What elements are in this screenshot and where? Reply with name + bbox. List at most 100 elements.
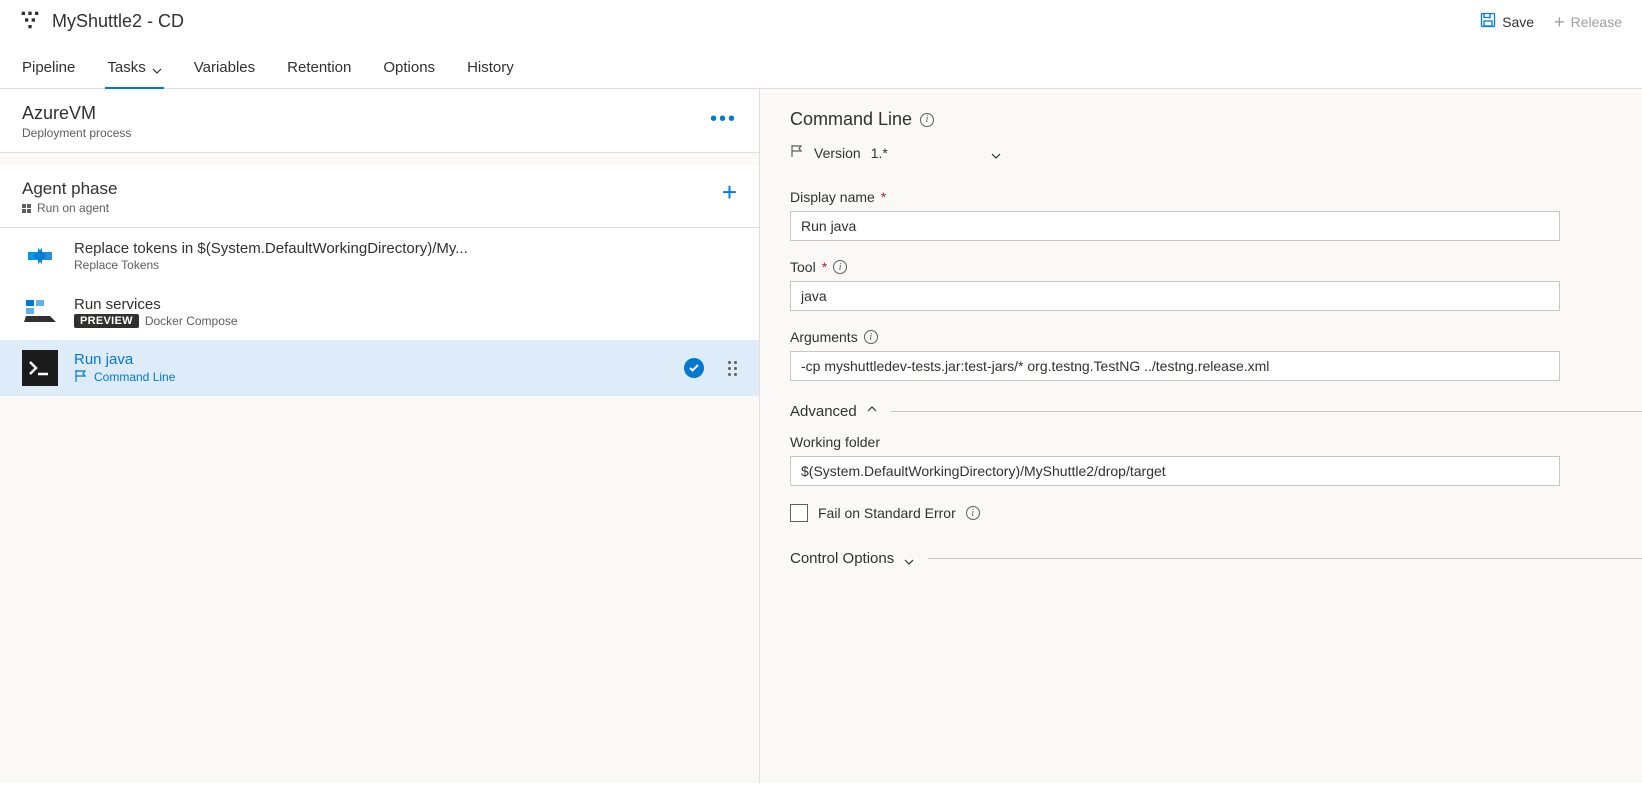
tab-label: Tasks (107, 59, 145, 76)
page-title: MyShuttle2 - CD (52, 11, 184, 32)
pipeline-logo-icon (20, 10, 40, 33)
tab-history[interactable]: History (465, 49, 516, 88)
content: AzureVM Deployment process ••• Agent pha… (0, 89, 1642, 783)
phase-header[interactable]: Agent phase Run on agent + (0, 165, 759, 228)
info-icon[interactable]: i (864, 330, 878, 344)
save-button[interactable]: Save (1480, 12, 1534, 31)
tool-group: Tool * i (790, 259, 1642, 311)
release-label: Release (1571, 14, 1622, 30)
tool-label: Tool * i (790, 259, 1642, 275)
task-sub-label: Docker Compose (145, 314, 238, 328)
label-text: Display name (790, 189, 875, 205)
task-sub: Replace Tokens (74, 258, 737, 272)
phase-title: Agent phase (22, 179, 117, 199)
process-texts: AzureVM Deployment process (22, 103, 131, 140)
tab-label: History (467, 59, 514, 76)
label-text: Arguments (790, 329, 858, 345)
working-folder-label: Working folder (790, 434, 1642, 450)
arguments-input[interactable] (790, 351, 1560, 381)
version-selector[interactable]: Version 1.* (790, 144, 1642, 161)
fail-stderr-checkbox[interactable] (790, 504, 808, 522)
tab-label: Pipeline (22, 59, 75, 76)
task-run-java[interactable]: Run java Command Line (0, 340, 759, 396)
task-title: Run java (74, 351, 668, 368)
tab-tasks[interactable]: Tasks (105, 49, 163, 88)
info-icon[interactable]: i (966, 506, 980, 520)
task-texts: Replace tokens in $(System.DefaultWorkin… (74, 240, 737, 272)
chevron-down-icon (152, 63, 162, 73)
display-name-label: Display name * (790, 189, 1642, 205)
process-title: AzureVM (22, 103, 131, 124)
save-icon (1480, 12, 1496, 31)
arguments-label: Arguments i (790, 329, 1642, 345)
chevron-up-icon (867, 407, 877, 417)
flag-icon (790, 144, 804, 161)
process-header[interactable]: AzureVM Deployment process ••• (0, 89, 759, 153)
task-sub: Command Line (74, 369, 668, 386)
docker-compose-icon (22, 294, 58, 330)
right-pane: Command Line i Version 1.* Display name … (760, 89, 1642, 783)
version-value: 1.* (871, 145, 1001, 161)
panel-title-text: Command Line (790, 109, 912, 130)
display-name-input[interactable] (790, 211, 1560, 241)
selected-check-icon (684, 358, 704, 378)
process-sub: Deployment process (22, 126, 131, 140)
tab-label: Retention (287, 59, 351, 76)
advanced-section-header[interactable]: Advanced (790, 403, 1642, 420)
working-folder-input[interactable] (790, 456, 1560, 486)
label-text: Tool (790, 259, 816, 275)
tab-label: Options (383, 59, 435, 76)
tab-retention[interactable]: Retention (285, 49, 353, 88)
info-icon[interactable]: i (833, 260, 847, 274)
header-left: MyShuttle2 - CD (20, 10, 184, 33)
required-indicator: * (822, 259, 827, 275)
tab-pipeline[interactable]: Pipeline (20, 49, 77, 88)
drag-handle-icon[interactable] (728, 361, 737, 376)
task-title: Replace tokens in $(System.DefaultWorkin… (74, 240, 737, 257)
header-actions: Save + Release (1480, 12, 1622, 31)
task-run-services[interactable]: Run services PREVIEW Docker Compose (0, 284, 759, 340)
info-icon[interactable]: i (920, 113, 934, 127)
tabs-nav: Pipeline Tasks Variables Retention Optio… (0, 49, 1642, 89)
task-sub-label: Command Line (94, 370, 175, 384)
flag-icon (74, 369, 88, 386)
page-header: MyShuttle2 - CD Save + Release (0, 0, 1642, 39)
label-text: Working folder (790, 434, 880, 450)
add-task-button[interactable]: + (722, 179, 737, 205)
tab-variables[interactable]: Variables (192, 49, 257, 88)
task-sub: PREVIEW Docker Compose (74, 314, 737, 328)
phase-sub: Run on agent (22, 201, 117, 215)
control-options-section-header[interactable]: Control Options (790, 550, 1642, 567)
section-label: Advanced (790, 403, 857, 420)
agent-icon (22, 204, 31, 213)
chevron-down-icon (904, 554, 914, 564)
more-actions-button[interactable]: ••• (710, 103, 737, 129)
display-name-group: Display name * (790, 189, 1642, 241)
tab-options[interactable]: Options (381, 49, 437, 88)
panel-title: Command Line i (790, 109, 1642, 130)
release-button[interactable]: + Release (1554, 13, 1622, 31)
section-label: Control Options (790, 550, 894, 567)
phase-sub-label: Run on agent (37, 201, 109, 215)
tool-input[interactable] (790, 281, 1560, 311)
arguments-group: Arguments i (790, 329, 1642, 381)
task-texts: Run services PREVIEW Docker Compose (74, 296, 737, 328)
phase-texts: Agent phase Run on agent (22, 179, 117, 215)
working-folder-group: Working folder (790, 434, 1642, 486)
fail-stderr-row: Fail on Standard Error i (790, 504, 1642, 522)
save-label: Save (1502, 14, 1534, 30)
tab-label: Variables (194, 59, 255, 76)
version-label: Version (814, 145, 861, 161)
preview-badge: PREVIEW (74, 314, 139, 328)
chevron-down-icon (991, 148, 1001, 158)
version-text: 1.* (871, 145, 888, 161)
task-replace-tokens[interactable]: Replace tokens in $(System.DefaultWorkin… (0, 228, 759, 284)
task-title: Run services (74, 296, 737, 313)
replace-tokens-icon (22, 238, 58, 274)
command-line-icon (22, 350, 58, 386)
task-texts: Run java Command Line (74, 351, 668, 386)
required-indicator: * (881, 189, 886, 205)
fail-stderr-label: Fail on Standard Error (818, 505, 956, 521)
plus-icon: + (1554, 13, 1565, 31)
left-pane: AzureVM Deployment process ••• Agent pha… (0, 89, 760, 783)
